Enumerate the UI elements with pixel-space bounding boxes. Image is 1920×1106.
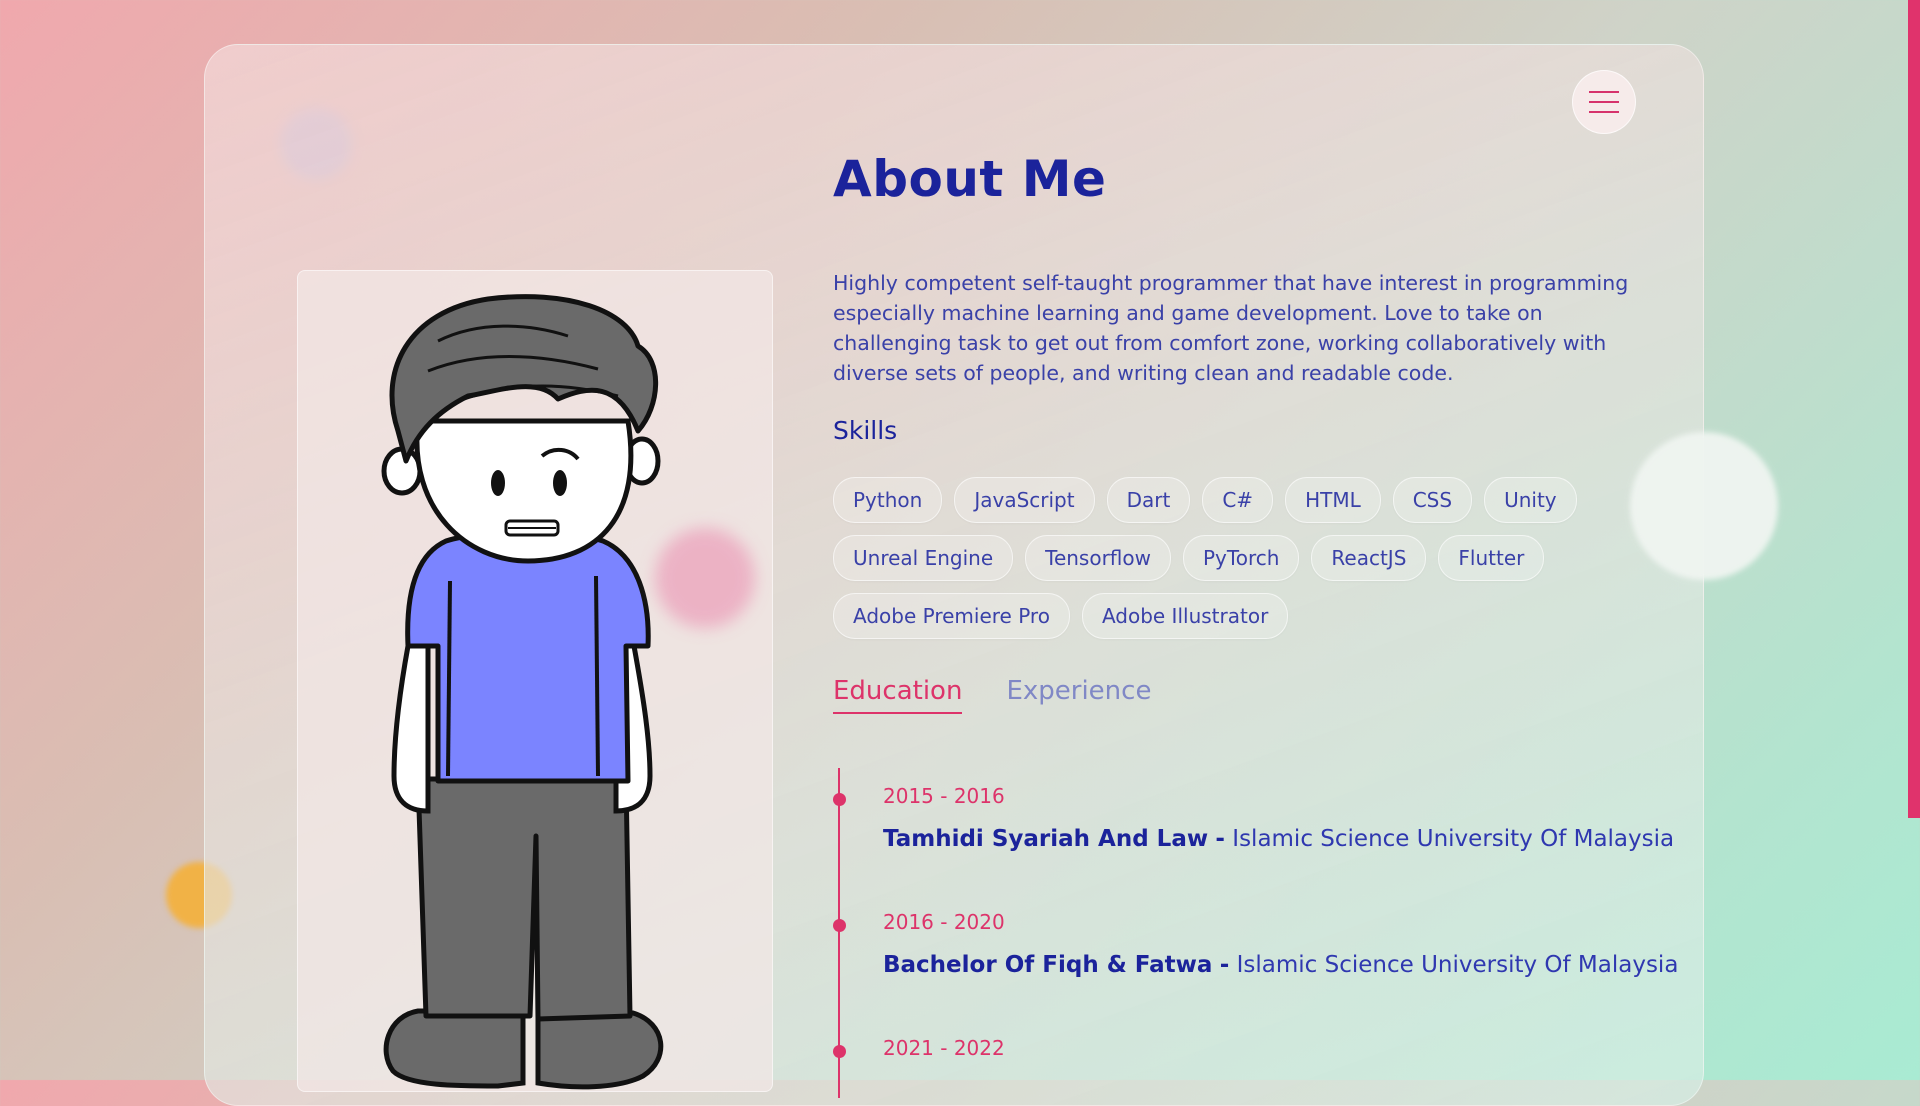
- hamburger-menu-icon: [1589, 91, 1619, 93]
- skill-chip: CSS: [1392, 477, 1473, 523]
- section-tabs: Education Experience: [833, 676, 1151, 714]
- menu-button[interactable]: [1572, 70, 1636, 134]
- skill-chip: Unity: [1484, 477, 1577, 523]
- scrollbar-thumb[interactable]: [1908, 0, 1920, 818]
- skill-chip: Unreal Engine: [833, 535, 1014, 581]
- timeline-separator: -: [1215, 826, 1225, 852]
- skill-chip: Dart: [1106, 477, 1191, 523]
- skill-chip: Tensorflow: [1025, 535, 1171, 581]
- timeline-separator: -: [1219, 952, 1230, 978]
- tab-education[interactable]: Education: [833, 676, 963, 714]
- skill-chip: Flutter: [1438, 535, 1545, 581]
- skills-list: Python JavaScript Dart C# HTML CSS Unity…: [833, 477, 1613, 639]
- timeline-dot: [833, 1045, 846, 1058]
- timeline-dot: [833, 793, 846, 806]
- timeline-degree: Tamhidi Syariah And Law: [883, 826, 1209, 852]
- hamburger-menu-icon-line: [1589, 111, 1619, 113]
- skill-chip: JavaScript: [954, 477, 1095, 523]
- timeline-years: 2021 - 2022: [883, 1036, 1005, 1060]
- skill-chip: PyTorch: [1183, 535, 1300, 581]
- skill-chip: Adobe Premiere Pro: [833, 593, 1070, 639]
- tab-experience[interactable]: Experience: [1006, 676, 1151, 714]
- timeline-entry: Tamhidi Syariah And Law - Islamic Scienc…: [883, 826, 1674, 852]
- decorative-blob-pink: [655, 528, 755, 628]
- skill-chip: Python: [833, 477, 943, 523]
- timeline-years: 2015 - 2016: [883, 784, 1005, 808]
- timeline-years: 2016 - 2020: [883, 910, 1005, 934]
- timeline-entry: Bachelor Of Fiqh & Fatwa - Islamic Scien…: [883, 952, 1678, 978]
- avatar-illustration: [381, 294, 664, 1090]
- skill-chip: ReactJS: [1311, 535, 1427, 581]
- hamburger-menu-icon-line: [1589, 101, 1619, 103]
- avatar-frame: [297, 270, 773, 1092]
- decorative-blob-white: [1630, 432, 1778, 580]
- timeline-institution: Islamic Science University Of Malaysia: [1236, 952, 1679, 978]
- scrollbar[interactable]: [1908, 0, 1920, 1080]
- skill-chip: HTML: [1285, 477, 1381, 523]
- skill-chip: C#: [1202, 477, 1274, 523]
- skills-heading: Skills: [833, 416, 898, 445]
- timeline-institution: Islamic Science University Of Malaysia: [1232, 826, 1675, 852]
- page-title: About Me: [833, 150, 1107, 208]
- timeline-dot: [833, 919, 846, 932]
- skill-chip: Adobe Illustrator: [1081, 593, 1289, 639]
- timeline-degree: Bachelor Of Fiqh & Fatwa: [883, 952, 1213, 978]
- bio-text: Highly competent self-taught programmer …: [833, 271, 1629, 385]
